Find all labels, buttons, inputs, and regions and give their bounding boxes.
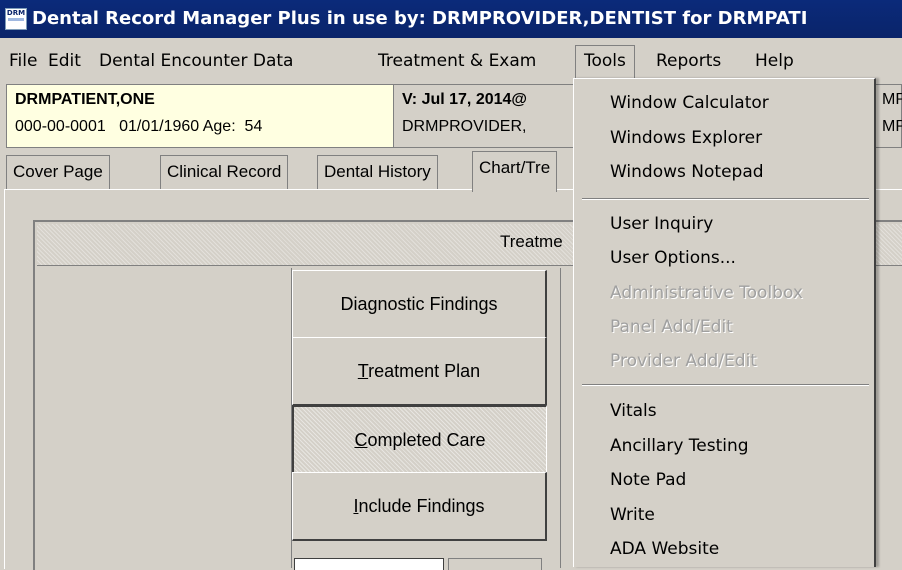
visit-date: V: Jul 17, 2014@	[402, 91, 528, 108]
patient-dob: 01/01/1960	[119, 118, 200, 135]
menu-item-ada-website[interactable]: ADA Website	[610, 538, 719, 560]
peek-text-1: MP	[882, 91, 902, 108]
include-findings-button[interactable]: Include Findings	[292, 472, 547, 541]
window-title: Dental Record Manager Plus in use by: DR…	[32, 8, 808, 29]
patient-details: 000-00-0001 01/01/1960 Age: 54	[15, 118, 262, 136]
visit-provider: DRMPROVIDER,	[402, 118, 527, 135]
treatment-header-label: Treatme	[500, 232, 563, 251]
menu-item-write[interactable]: Write	[610, 504, 655, 526]
menu-separator	[582, 384, 869, 386]
menu-item-windows-explorer[interactable]: Windows Explorer	[610, 127, 762, 149]
patient-info-box: DRMPATIENT,ONE 000-00-0001 01/01/1960 Ag…	[6, 84, 394, 148]
treatment-plan-button[interactable]: Treatment Plan	[292, 337, 547, 406]
bottom-input-field[interactable]	[294, 558, 444, 570]
title-bar: DRM Dental Record Manager Plus in use by…	[0, 0, 902, 38]
include-findings-label: Include Findings	[353, 495, 485, 516]
menu-separator	[582, 198, 869, 200]
menu-edit[interactable]: Edit	[48, 50, 81, 72]
left-panel	[37, 268, 292, 568]
menu-tools[interactable]: Tools	[575, 45, 635, 78]
tools-dropdown-menu: Window Calculator Windows Explorer Windo…	[573, 78, 876, 567]
menu-reports[interactable]: Reports	[656, 50, 721, 72]
diagnostic-findings-label: Diagnostic Findings	[340, 293, 498, 314]
patient-age-label: Age:	[202, 118, 236, 135]
column-divider	[560, 268, 561, 568]
menu-item-administrative-toolbox: Administrative Toolbox	[610, 283, 803, 303]
tab-chart-treatment[interactable]: Chart/Tre	[472, 151, 558, 192]
app-logo-icon: DRM	[5, 8, 27, 30]
menu-treatment-exam[interactable]: Treatment & Exam	[378, 50, 536, 72]
menu-item-provider-add-edit: Provider Add/Edit	[610, 351, 757, 371]
menu-item-note-pad[interactable]: Note Pad	[610, 469, 686, 491]
menu-item-window-calculator[interactable]: Window Calculator	[610, 92, 769, 114]
tab-cover-page[interactable]: Cover Page	[6, 155, 110, 190]
completed-care-label: Completed Care	[354, 429, 486, 450]
bottom-button[interactable]	[448, 558, 542, 570]
menu-item-panel-add-edit: Panel Add/Edit	[610, 317, 733, 337]
menu-item-user-inquiry[interactable]: User Inquiry	[610, 213, 713, 235]
diagnostic-findings-button[interactable]: Diagnostic Findings	[292, 270, 547, 339]
peek-text-2: MP	[882, 118, 902, 135]
menu-item-ancillary-testing[interactable]: Ancillary Testing	[610, 435, 749, 457]
completed-care-button[interactable]: Completed Care	[292, 405, 547, 474]
menu-dental-encounter-data[interactable]: Dental Encounter Data	[99, 50, 293, 72]
menu-item-windows-notepad[interactable]: Windows Notepad	[610, 161, 764, 183]
menu-bar: File Edit Dental Encounter Data Treatmen…	[0, 40, 902, 78]
menu-item-user-options[interactable]: User Options...	[610, 247, 736, 269]
menu-item-vitals[interactable]: Vitals	[610, 400, 657, 422]
tab-dental-history[interactable]: Dental History	[317, 155, 438, 190]
treatment-plan-label: Treatment Plan	[357, 360, 481, 381]
menu-file[interactable]: File	[9, 50, 37, 72]
menu-help[interactable]: Help	[755, 50, 794, 72]
tab-clinical-record[interactable]: Clinical Record	[160, 155, 289, 190]
patient-name: DRMPATIENT,ONE	[15, 91, 155, 108]
patient-age: 54	[244, 118, 263, 135]
patient-ssn: 000-00-0001	[15, 118, 106, 135]
